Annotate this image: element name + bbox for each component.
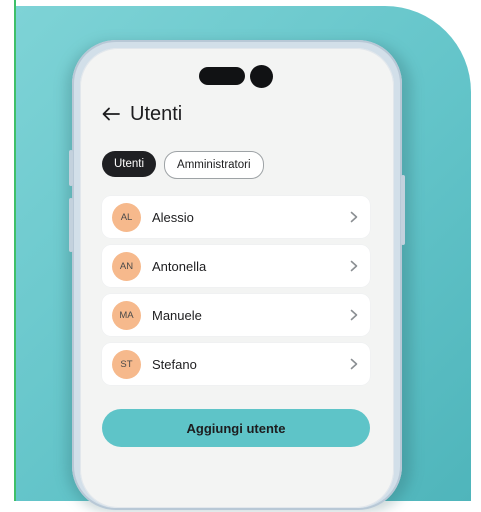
- chevron-right-icon: [350, 211, 360, 223]
- tab-utenti[interactable]: Utenti: [102, 151, 157, 177]
- avatar: MA: [112, 300, 141, 330]
- list-item-user-manuele[interactable]: MA Manuele: [102, 294, 370, 336]
- dynamic-island-pill: [199, 67, 245, 85]
- user-name: Alessio: [152, 209, 194, 225]
- avatar: AN: [112, 251, 141, 281]
- header: Utenti: [102, 102, 182, 126]
- phone-side-button-left-1: [69, 150, 73, 186]
- add-user-button[interactable]: Aggiungi utente: [102, 409, 370, 447]
- avatar: ST: [112, 349, 141, 379]
- page-title: Utenti: [130, 102, 183, 125]
- user-list: AL Alessio AN Antonella MA Manuele ST St…: [102, 196, 370, 392]
- phone-side-button-right: [401, 175, 405, 245]
- list-item-user-alessio[interactable]: AL Alessio: [102, 196, 370, 238]
- list-item-user-antonella[interactable]: AN Antonella: [102, 245, 370, 287]
- tab-amministratori[interactable]: Amministratori: [164, 151, 264, 179]
- front-camera: [250, 65, 273, 88]
- tab-bar: Utenti Amministratori: [102, 151, 264, 179]
- avatar: AL: [112, 202, 141, 232]
- chevron-right-icon: [350, 358, 360, 370]
- chevron-right-icon: [350, 260, 360, 272]
- arrow-left-icon[interactable]: [102, 105, 120, 123]
- user-name: Stefano: [152, 356, 197, 372]
- phone-side-button-left-2: [69, 198, 73, 252]
- phone-screen: Utenti Utenti Amministratori AL Alessio …: [80, 48, 394, 508]
- user-name: Antonella: [152, 258, 207, 274]
- user-name: Manuele: [152, 307, 202, 323]
- chevron-right-icon: [350, 309, 360, 321]
- list-item-user-stefano[interactable]: ST Stefano: [102, 343, 370, 385]
